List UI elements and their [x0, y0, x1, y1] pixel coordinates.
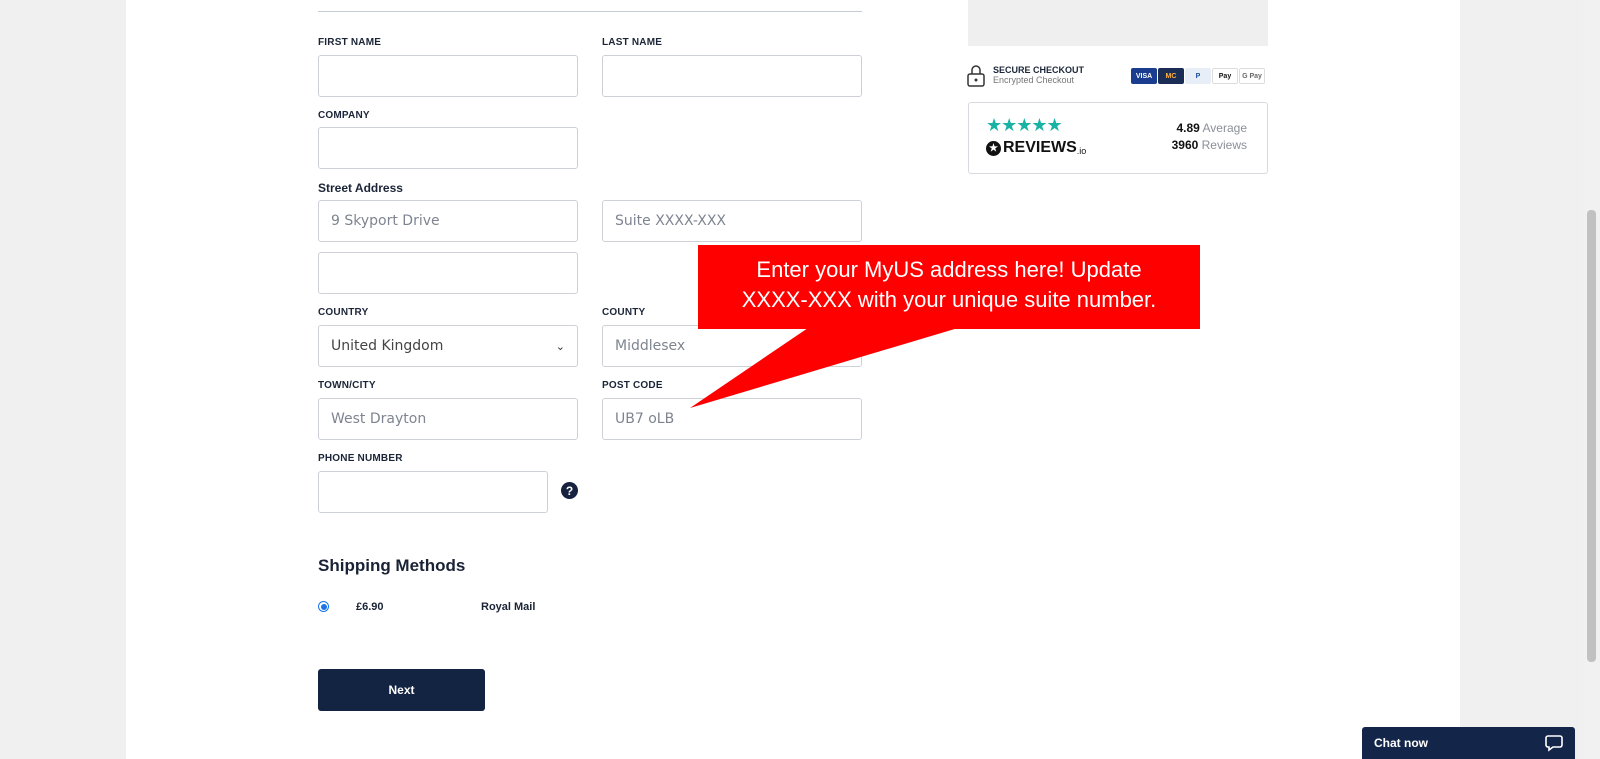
town-city-label: TOWN/CITY [318, 380, 376, 391]
mastercard-icon: MC [1158, 68, 1184, 84]
chevron-down-icon: ⌄ [555, 340, 565, 353]
reviews-logo-suffix: .io [1076, 146, 1087, 156]
radio-selected-dot [320, 603, 327, 610]
secure-checkout-subtitle: Encrypted Checkout [993, 75, 1075, 85]
review-count: 3960 Reviews [1172, 138, 1247, 152]
chat-bubble-icon [1545, 735, 1563, 752]
rating-value: 4.89 [1176, 121, 1200, 135]
visa-icon: VISA [1131, 68, 1157, 84]
payment-cards: VISA MC P Pay G Pay [1131, 68, 1265, 84]
scrollbar-thumb[interactable] [1587, 210, 1596, 662]
street-address-label: Street Address [318, 181, 403, 195]
section-divider [318, 11, 862, 12]
county-input[interactable]: Middlesex [602, 325, 862, 367]
street-address-line2-input[interactable] [318, 252, 578, 294]
shipping-carrier: Royal Mail [481, 601, 536, 613]
first-name-label: FIRST NAME [318, 37, 382, 48]
star-badge-icon: ★ [986, 140, 1001, 156]
shipping-methods-heading: Shipping Methods [318, 556, 466, 575]
lock-icon [967, 65, 985, 87]
post-code-label: POST CODE [602, 380, 663, 391]
phone-number-label: PHONE NUMBER [318, 453, 403, 464]
chat-label: Chat now [1374, 736, 1428, 750]
country-select[interactable]: United Kingdom ⌄ [318, 325, 578, 367]
review-count-value: 3960 [1171, 138, 1199, 152]
company-label: COMPANY [318, 110, 370, 121]
next-button[interactable]: Next [318, 669, 485, 711]
secure-checkout-title: SECURE CHECKOUT [993, 65, 1085, 75]
country-label: COUNTRY [318, 307, 369, 318]
callout-text: Enter your MyUS address here! Update XXX… [700, 255, 1198, 315]
rating-stars-icon: ★★★★★ [986, 115, 1063, 135]
county-label: COUNTY [602, 307, 646, 318]
google-pay-icon: G Pay [1239, 68, 1265, 84]
apple-pay-icon: Pay [1212, 68, 1238, 84]
last-name-label: LAST NAME [602, 37, 663, 48]
street-address-line1-input[interactable]: 9 Skyport Drive [318, 200, 578, 242]
suite-input[interactable]: Suite XXXX-XXX [602, 200, 862, 242]
chat-now-button[interactable]: Chat now [1362, 727, 1575, 759]
page-scrollbar[interactable] [1583, 0, 1600, 759]
callout-line-1: Enter your MyUS address here! Update [756, 257, 1142, 282]
reviews-widget[interactable]: ★★★★★ ★ REVIEWS .io 4.89 Average 3960 Rev… [968, 102, 1268, 174]
order-summary-box [968, 0, 1268, 46]
company-input[interactable] [318, 127, 578, 169]
rating-label: Average [1202, 121, 1247, 135]
last-name-input[interactable] [602, 55, 862, 97]
average-rating: 4.89 Average [1176, 121, 1247, 135]
post-code-input[interactable]: UB7 oLB [602, 398, 862, 440]
phone-number-input[interactable] [318, 471, 548, 513]
reviews-io-logo: ★ REVIEWS .io [986, 139, 1086, 157]
review-count-label: Reviews [1201, 138, 1247, 152]
shipping-price: £6.90 [356, 601, 384, 613]
shipping-radio-royal-mail[interactable] [318, 601, 329, 612]
paypal-icon: P [1185, 68, 1211, 84]
help-icon[interactable]: ? [561, 482, 578, 499]
first-name-input[interactable] [318, 55, 578, 97]
town-city-input[interactable]: West Drayton [318, 398, 578, 440]
callout-line-2: XXXX-XXX with your unique suite number. [741, 287, 1157, 312]
reviews-logo-text: REVIEWS [1003, 139, 1077, 156]
